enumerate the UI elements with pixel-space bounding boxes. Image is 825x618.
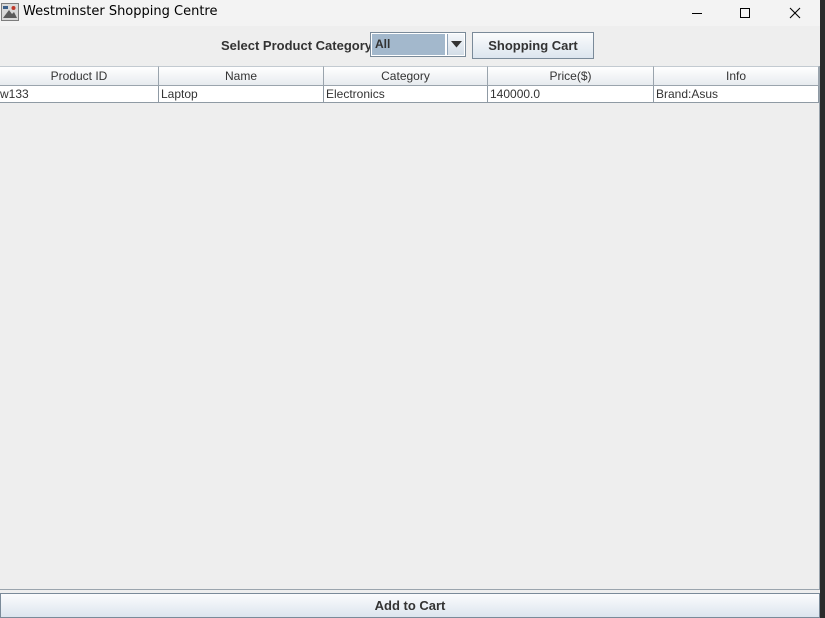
maximize-icon: [740, 8, 750, 18]
category-dropdown-value: All: [372, 34, 445, 55]
column-header-price[interactable]: Price($): [488, 66, 654, 86]
add-to-cart-button[interactable]: Add to Cart: [0, 593, 820, 618]
shopping-cart-button[interactable]: Shopping Cart: [472, 32, 594, 59]
java-app-icon: [1, 3, 19, 21]
cell-category[interactable]: Electronics: [324, 86, 488, 103]
minimize-button[interactable]: [674, 0, 720, 26]
close-icon: [789, 7, 801, 19]
minimize-icon: [692, 13, 702, 14]
table-row[interactable]: w133 Laptop Electronics 140000.0 Brand:A…: [0, 86, 819, 103]
category-label: Select Product Category: [221, 38, 372, 53]
table-header: Product ID Name Category Price($) Info: [0, 66, 819, 86]
maximize-button[interactable]: [722, 0, 768, 26]
category-dropdown[interactable]: All: [370, 32, 466, 57]
close-button[interactable]: [772, 0, 818, 26]
column-header-info[interactable]: Info: [654, 66, 819, 86]
desktop-background-strip: [820, 0, 825, 618]
cell-info[interactable]: Brand:Asus: [654, 86, 819, 103]
dropdown-arrow-button[interactable]: [447, 34, 464, 55]
cell-name[interactable]: Laptop: [159, 86, 324, 103]
chevron-down-icon: [450, 41, 462, 48]
cell-product-id[interactable]: w133: [0, 86, 159, 103]
column-header-category[interactable]: Category: [324, 66, 488, 86]
products-table: Product ID Name Category Price($) Info w…: [0, 66, 820, 590]
title-bar[interactable]: Westminster Shopping Centre: [0, 0, 820, 26]
table-body: w133 Laptop Electronics 140000.0 Brand:A…: [0, 86, 819, 103]
app-window: Westminster Shopping Centre Select Produ…: [0, 0, 820, 618]
cell-price[interactable]: 140000.0: [488, 86, 654, 103]
window-title: Westminster Shopping Centre: [23, 4, 218, 19]
column-header-name[interactable]: Name: [159, 66, 324, 86]
column-header-product-id[interactable]: Product ID: [0, 66, 159, 86]
